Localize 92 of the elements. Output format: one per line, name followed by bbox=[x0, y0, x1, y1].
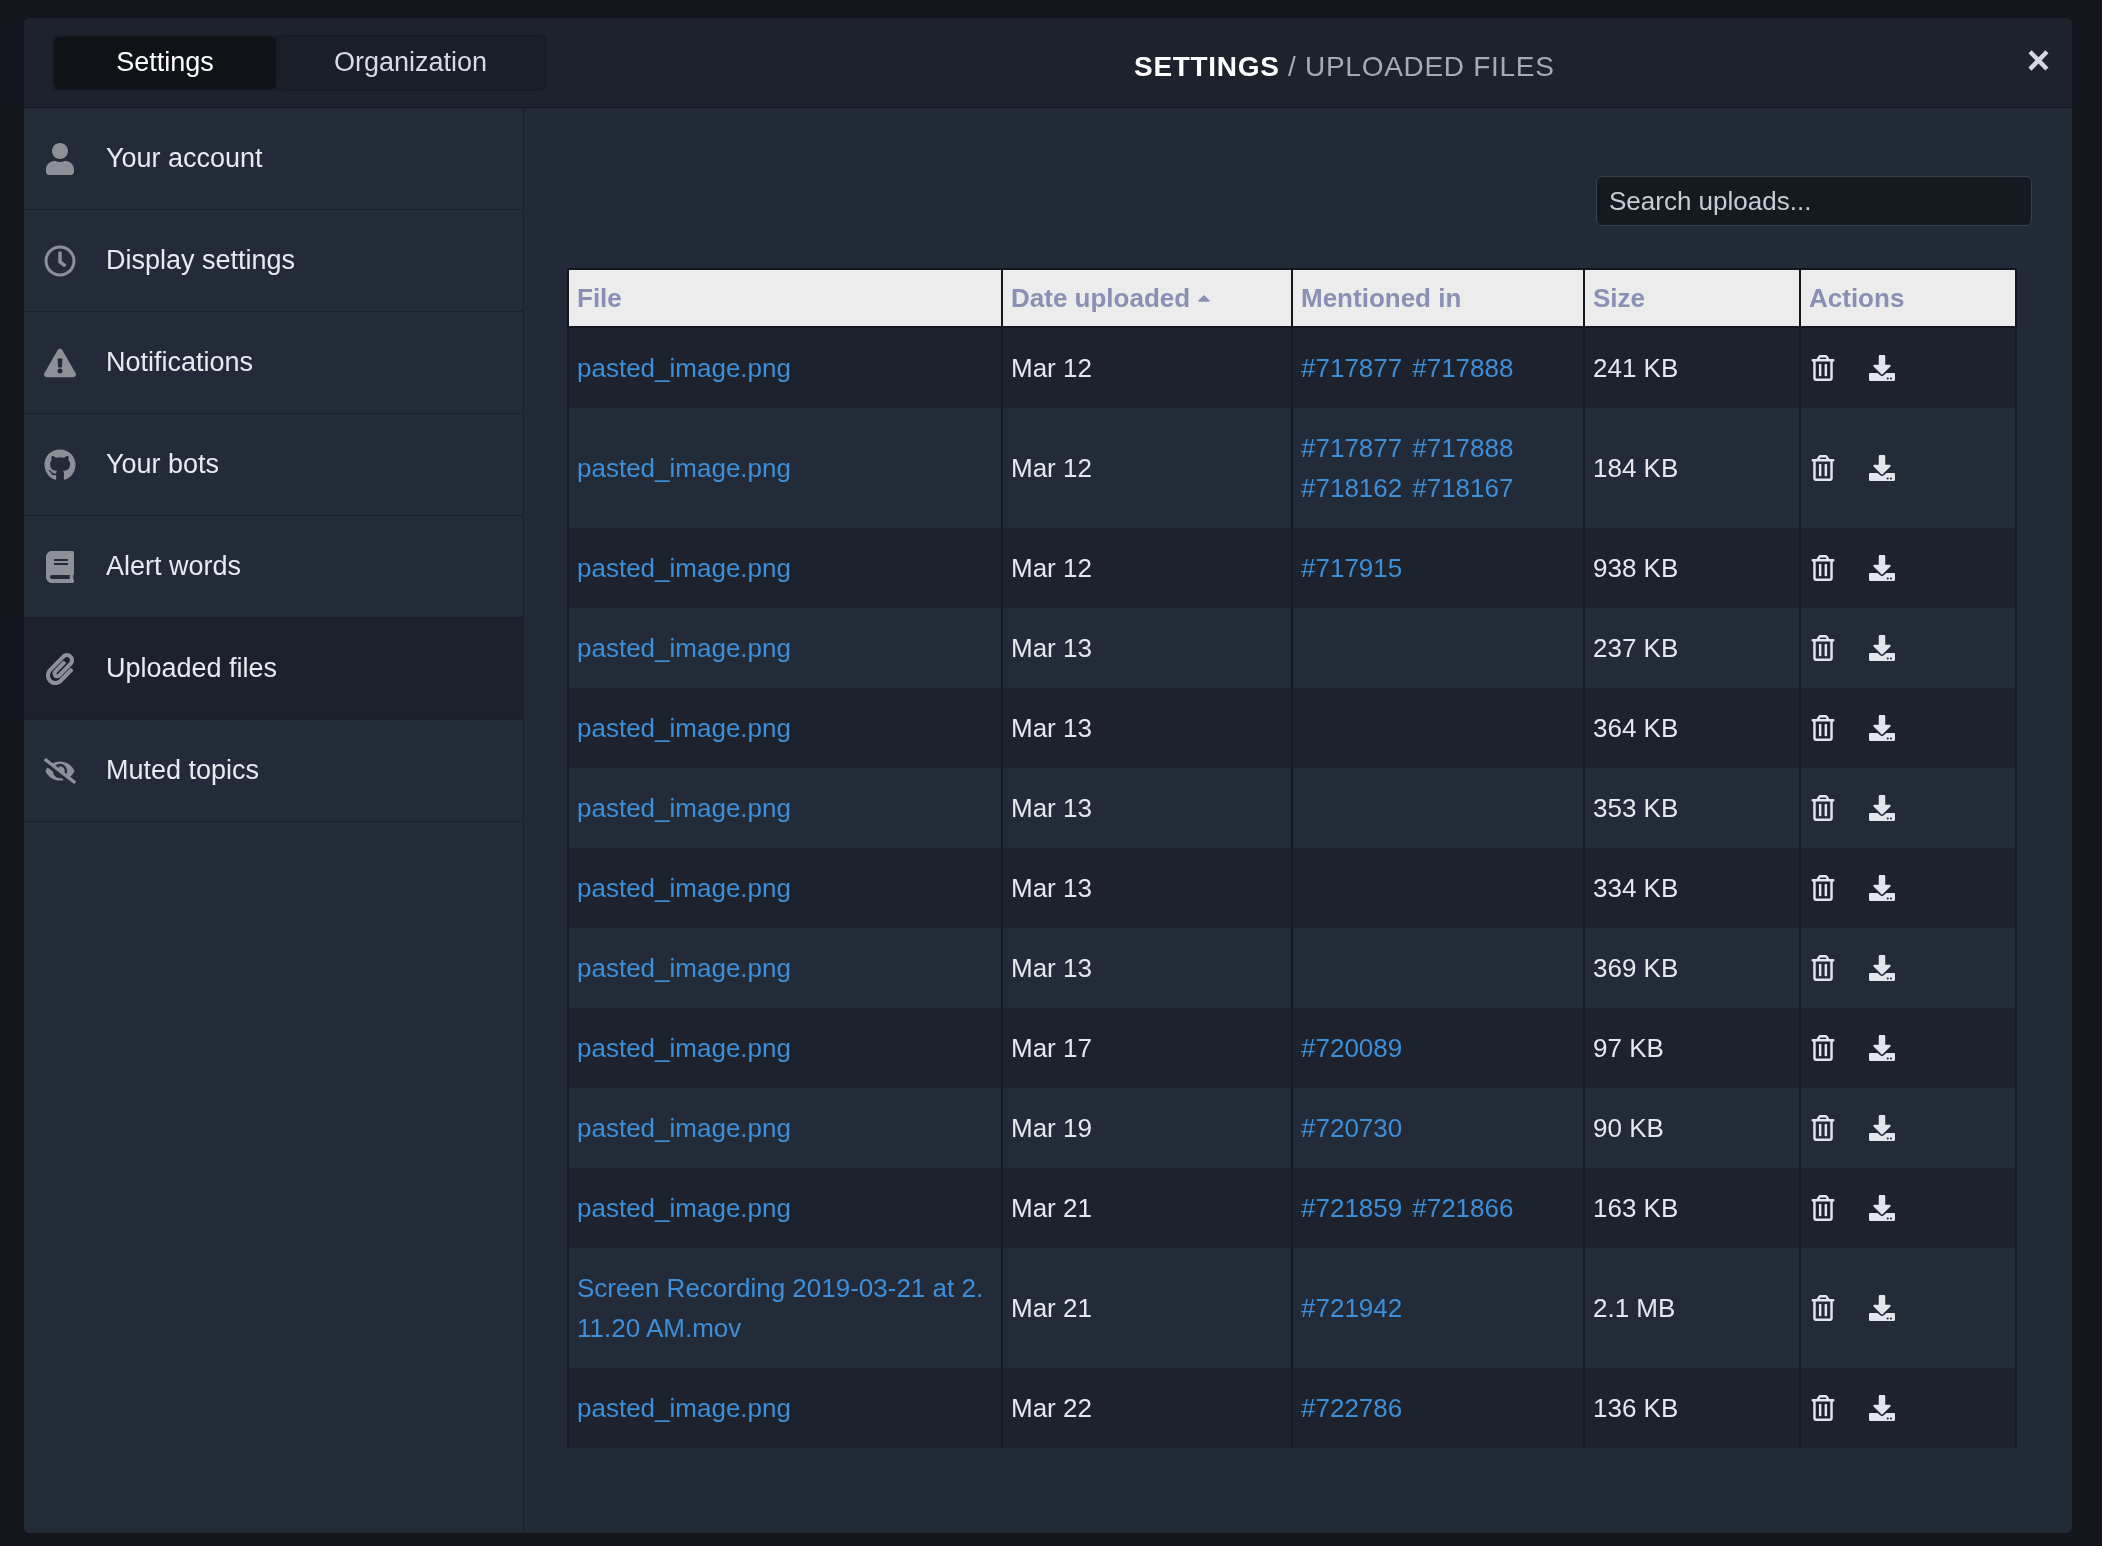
download-icon[interactable] bbox=[1869, 355, 1895, 381]
upload-date: Mar 12 bbox=[1011, 553, 1092, 583]
upload-date: Mar 13 bbox=[1011, 873, 1092, 903]
file-size: 334 KB bbox=[1593, 873, 1679, 903]
column-header[interactable]: Date uploaded bbox=[1002, 269, 1292, 327]
download-icon[interactable] bbox=[1869, 1195, 1895, 1221]
upload-date: Mar 17 bbox=[1011, 1033, 1092, 1063]
download-icon[interactable] bbox=[1869, 1295, 1895, 1321]
upload-date: Mar 19 bbox=[1011, 1113, 1092, 1143]
sidebar-item[interactable]: Display settings bbox=[24, 210, 523, 312]
paperclip-icon bbox=[44, 652, 76, 685]
cat-logo-icon bbox=[44, 448, 76, 481]
download-icon[interactable] bbox=[1869, 1395, 1895, 1421]
delete-icon[interactable] bbox=[1811, 455, 1835, 481]
message-link[interactable]: #717877 bbox=[1301, 348, 1403, 388]
file-size: 2.1 MB bbox=[1593, 1293, 1676, 1323]
file-size: 163 KB bbox=[1593, 1193, 1679, 1223]
column-header[interactable]: Mentioned in bbox=[1292, 269, 1584, 327]
upload-date: Mar 12 bbox=[1011, 353, 1092, 383]
message-link[interactable]: #718162 bbox=[1301, 468, 1403, 508]
download-icon[interactable] bbox=[1869, 555, 1895, 581]
file-size: 369 KB bbox=[1593, 953, 1679, 983]
delete-icon[interactable] bbox=[1811, 1115, 1835, 1141]
file-size: 353 KB bbox=[1593, 793, 1679, 823]
message-link[interactable]: #720730 bbox=[1301, 1108, 1403, 1148]
message-link[interactable]: #717877 bbox=[1301, 428, 1403, 468]
delete-icon[interactable] bbox=[1811, 635, 1835, 661]
column-header[interactable]: File bbox=[568, 269, 1002, 327]
settings-tab[interactable]: Settings bbox=[54, 36, 276, 89]
upload-date: Mar 21 bbox=[1011, 1193, 1092, 1223]
download-icon[interactable] bbox=[1869, 795, 1895, 821]
file-size: 241 KB bbox=[1593, 353, 1679, 383]
column-header[interactable]: Size bbox=[1584, 269, 1800, 327]
sidebar-item[interactable]: Notifications bbox=[24, 312, 523, 414]
download-icon[interactable] bbox=[1869, 955, 1895, 981]
upload-date: Mar 13 bbox=[1011, 793, 1092, 823]
upload-date: Mar 13 bbox=[1011, 713, 1092, 743]
file-link[interactable]: pasted_image.png bbox=[577, 788, 993, 828]
column-header[interactable]: Actions bbox=[1800, 269, 2016, 327]
message-link[interactable]: #717888 bbox=[1412, 348, 1514, 388]
file-size: 184 KB bbox=[1593, 453, 1679, 483]
delete-icon[interactable] bbox=[1811, 1035, 1835, 1061]
message-link[interactable]: #721859 bbox=[1301, 1188, 1403, 1228]
delete-icon[interactable] bbox=[1811, 555, 1835, 581]
message-link[interactable]: #721942 bbox=[1301, 1288, 1403, 1328]
upload-date: Mar 13 bbox=[1011, 633, 1092, 663]
file-size: 237 KB bbox=[1593, 633, 1679, 663]
file-link[interactable]: pasted_image.png bbox=[577, 628, 993, 668]
file-link[interactable]: pasted_image.png bbox=[577, 1108, 993, 1148]
upload-date: Mar 22 bbox=[1011, 1393, 1092, 1423]
download-icon[interactable] bbox=[1869, 635, 1895, 661]
upload-date: Mar 12 bbox=[1011, 453, 1092, 483]
file-link[interactable]: Screen Recording 2019-03-21 at 2.11.20 AM.mov bbox=[577, 1268, 993, 1348]
upload-date: Mar 13 bbox=[1011, 953, 1092, 983]
message-link[interactable]: #721866 bbox=[1412, 1188, 1514, 1228]
clock-icon bbox=[44, 244, 76, 277]
close-button[interactable]: × bbox=[2026, 38, 2050, 82]
file-size: 136 KB bbox=[1593, 1393, 1679, 1423]
file-size: 364 KB bbox=[1593, 713, 1679, 743]
delete-icon[interactable] bbox=[1811, 715, 1835, 741]
download-icon[interactable] bbox=[1869, 875, 1895, 901]
modal-title: SETTINGS / UPLOADED FILES bbox=[1134, 50, 1555, 84]
download-icon[interactable] bbox=[1869, 1035, 1895, 1061]
download-icon[interactable] bbox=[1869, 455, 1895, 481]
sidebar-item[interactable]: Uploaded files bbox=[24, 618, 523, 720]
file-link[interactable]: pasted_image.png bbox=[577, 948, 993, 988]
file-link[interactable]: pasted_image.png bbox=[577, 448, 993, 488]
sidebar-item[interactable]: Your bots bbox=[24, 414, 523, 516]
search-field[interactable]: Search uploads... bbox=[1596, 176, 2032, 226]
message-link[interactable]: #717915 bbox=[1301, 548, 1403, 588]
message-link[interactable]: #722786 bbox=[1301, 1388, 1403, 1428]
sidebar-item[interactable]: Your account bbox=[24, 108, 523, 210]
upload-date: Mar 21 bbox=[1011, 1293, 1092, 1323]
file-size: 90 KB bbox=[1593, 1113, 1664, 1143]
warning-icon bbox=[44, 346, 76, 379]
book-icon bbox=[44, 550, 76, 583]
file-size: 97 KB bbox=[1593, 1033, 1664, 1063]
delete-icon[interactable] bbox=[1811, 355, 1835, 381]
delete-icon[interactable] bbox=[1811, 1295, 1835, 1321]
message-link[interactable]: #717888 bbox=[1412, 428, 1514, 468]
download-icon[interactable] bbox=[1869, 1115, 1895, 1141]
person-icon bbox=[44, 142, 76, 175]
delete-icon[interactable] bbox=[1811, 955, 1835, 981]
delete-icon[interactable] bbox=[1811, 795, 1835, 821]
delete-icon[interactable] bbox=[1811, 1395, 1835, 1421]
message-link[interactable]: #718167 bbox=[1412, 468, 1514, 508]
file-size: 938 KB bbox=[1593, 553, 1679, 583]
sidebar-item[interactable]: Muted topics bbox=[24, 720, 523, 822]
message-link[interactable]: #720089 bbox=[1301, 1028, 1403, 1068]
delete-icon[interactable] bbox=[1811, 1195, 1835, 1221]
download-icon[interactable] bbox=[1869, 715, 1895, 741]
delete-icon[interactable] bbox=[1811, 875, 1835, 901]
